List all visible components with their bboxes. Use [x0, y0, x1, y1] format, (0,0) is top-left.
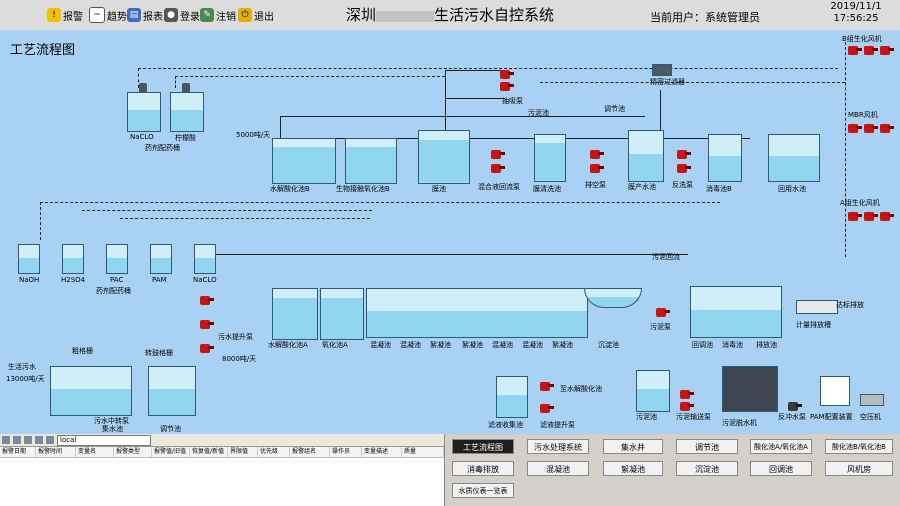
fan-icon[interactable]	[880, 122, 894, 133]
nav-disinfect[interactable]: 消毒排放	[452, 461, 514, 476]
bottom-panel: local 报警日期 报警时间 变量名 报警类型 报警值/旧值 恢复值/新值 界…	[0, 434, 900, 506]
tank-membrane-clean	[534, 134, 566, 182]
pump-icon[interactable]	[677, 162, 691, 173]
pump-icon[interactable]	[540, 380, 554, 391]
pipe-line	[445, 98, 505, 99]
pipe-line	[845, 42, 846, 257]
nav-reg[interactable]: 回调池	[750, 461, 812, 476]
tank-membrane	[418, 130, 470, 184]
pump-icon[interactable]	[200, 318, 214, 329]
tank-regulate-disinfect-discharge	[690, 286, 782, 338]
tank-pam	[150, 244, 172, 274]
nav-collect[interactable]: 集水井	[603, 439, 663, 454]
pump-icon[interactable]	[788, 400, 802, 411]
nav-process[interactable]: 工艺流程图	[452, 439, 514, 454]
tank-sludge	[636, 370, 670, 412]
close-icon[interactable]	[13, 436, 21, 444]
pipe-line	[82, 210, 372, 211]
pump-icon[interactable]	[200, 294, 214, 305]
pipe-line	[175, 76, 445, 77]
pump-icon[interactable]	[200, 342, 214, 353]
fan-icon[interactable]	[864, 44, 878, 55]
fan-icon[interactable]	[864, 210, 878, 221]
pump-icon[interactable]	[590, 162, 604, 173]
check-icon[interactable]	[24, 436, 32, 444]
dewater-machine	[722, 366, 778, 412]
pump-icon[interactable]	[500, 80, 514, 91]
tank-naclo-top	[127, 92, 161, 132]
tank-oxidation-a	[320, 288, 364, 340]
alarm-toolbar: local	[0, 434, 444, 447]
tank-filtrate	[496, 376, 528, 418]
fan-icon[interactable]	[880, 44, 894, 55]
pump-icon[interactable]	[590, 148, 604, 159]
tank-citric	[170, 92, 204, 132]
tank-h2so4	[62, 244, 84, 274]
station-select[interactable]: local	[57, 434, 151, 446]
process-diagram: 工艺流程图 NaCLO 柠檬酸 药剂配药桶 5000吨/天 水解酸化池B 生物接…	[0, 30, 900, 434]
grid-icon[interactable]	[2, 436, 10, 444]
pump-icon[interactable]	[500, 68, 514, 79]
pump-icon[interactable]	[680, 400, 694, 411]
pump-icon[interactable]	[656, 306, 670, 317]
nav-sed[interactable]: 沉淀池	[676, 461, 738, 476]
tank-adjust	[148, 366, 196, 416]
fan-icon[interactable]	[880, 210, 894, 221]
pump-icon[interactable]	[680, 388, 694, 399]
nav-coag[interactable]: 混凝池	[527, 461, 589, 476]
fan-icon[interactable]	[864, 122, 878, 133]
pipe-line	[175, 76, 176, 88]
tank-sediment	[584, 288, 642, 308]
print-icon[interactable]	[46, 436, 54, 444]
nav-adjust[interactable]: 调节池	[676, 439, 738, 454]
pipe-line	[280, 116, 645, 117]
nav-fan[interactable]: 风机房	[825, 461, 893, 476]
datetime: 2019/11/1 17:56:25	[830, 1, 882, 24]
pipe-line	[40, 202, 720, 203]
tank-collect	[50, 366, 132, 416]
tank-biofilm-b	[345, 138, 397, 184]
pipe-line	[138, 68, 838, 69]
fan-icon[interactable]	[848, 122, 862, 133]
tank-hydrolysis-b	[272, 138, 336, 184]
nav-instrument[interactable]: 水质仪表一览表	[452, 483, 514, 498]
pump-icon[interactable]	[677, 148, 691, 159]
pipe-line	[280, 116, 281, 140]
tank-disinfect-b	[708, 134, 742, 182]
top-toolbar: ! 报警 ~ 趋势 ▤ 报表 ● 登录 ✎ 注销 ⏻ 退出 深圳 生活污水自控系统…	[0, 0, 900, 31]
pipe-line	[540, 82, 845, 83]
fan-icon[interactable]	[848, 44, 862, 55]
pam-device	[820, 376, 850, 406]
fine-filter	[652, 64, 672, 76]
pump-icon[interactable]	[491, 162, 505, 173]
nav-sewage[interactable]: 污水处理系统	[527, 439, 589, 454]
pipe-line	[120, 218, 370, 219]
pump-icon[interactable]	[491, 148, 505, 159]
alarm-window: local 报警日期 报警时间 变量名 报警类型 报警值/旧值 恢复值/新值 界…	[0, 434, 445, 506]
alarm-table-header: 报警日期 报警时间 变量名 报警类型 报警值/旧值 恢复值/新值 界限值 优先级…	[0, 447, 444, 458]
nav-floc[interactable]: 絮凝池	[603, 461, 663, 476]
tank-reuse	[768, 134, 820, 182]
air-compressor	[860, 394, 884, 406]
tank-coag-floc-series	[366, 288, 588, 338]
tank-naoh	[18, 244, 40, 274]
fan-icon[interactable]	[848, 210, 862, 221]
tank-hydrolysis-a	[272, 288, 318, 340]
nav-acid-a[interactable]: 酸化池A/氧化池A	[750, 439, 812, 454]
pipe-line	[445, 70, 505, 71]
filter-icon[interactable]	[35, 436, 43, 444]
pipe-line	[208, 254, 688, 255]
tank-pac	[106, 244, 128, 274]
tank-naclo-mid	[194, 244, 216, 274]
tank-membrane-product	[628, 130, 664, 182]
pump-icon[interactable]	[540, 402, 554, 413]
system-title: 深圳 生活污水自控系统	[345, 6, 555, 24]
pipe-line	[40, 202, 41, 240]
page-title: 工艺流程图	[10, 43, 76, 58]
redacted-text	[376, 10, 434, 22]
nav-acid-b[interactable]: 酸化池B/氧化池B	[825, 439, 893, 454]
current-user: 当前用户：系统管理员	[650, 11, 760, 24]
meter-tank	[796, 300, 838, 314]
